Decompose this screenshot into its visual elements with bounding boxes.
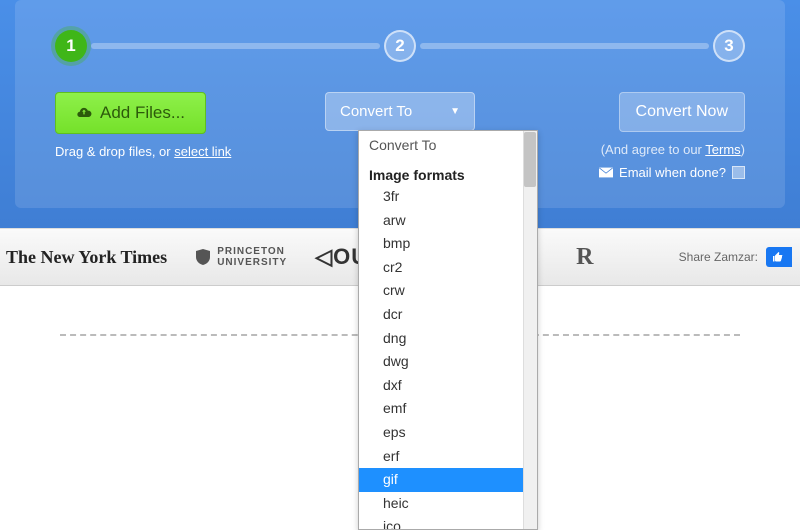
convert-now-button[interactable]: Convert Now [619, 92, 745, 132]
cloud-upload-icon [76, 105, 92, 121]
dropdown-header: Convert To [359, 131, 537, 159]
col-add-files: Add Files... Drag & drop files, or selec… [55, 92, 285, 159]
princeton-logo: PRINCETON UNIVERSITY [195, 246, 287, 268]
drag-prefix: Drag & drop files, or [55, 144, 174, 159]
format-option-heic[interactable]: heic [359, 492, 537, 516]
col-convert-to: Convert To ▼ [285, 92, 515, 131]
convert-to-label: Convert To [340, 103, 412, 120]
step-bar-2 [420, 43, 709, 49]
lh-logo: R [576, 244, 593, 271]
format-option-gif[interactable]: gif [359, 468, 537, 492]
step-1-circle: 1 [55, 30, 87, 62]
terms-link[interactable]: Terms [705, 142, 740, 157]
format-option-ico[interactable]: ico [359, 515, 537, 530]
nyt-logo: The New York Times [6, 247, 167, 268]
dropdown-scrollbar[interactable] [523, 131, 537, 529]
terms-prefix: (And agree to our [601, 142, 706, 157]
format-option-cr2[interactable]: cr2 [359, 256, 537, 280]
convert-to-dropdown[interactable]: Convert To ▼ [325, 92, 475, 131]
select-link[interactable]: select link [174, 144, 231, 159]
format-option-arw[interactable]: arw [359, 209, 537, 233]
princeton-top: PRINCETON [217, 246, 285, 257]
format-option-dxf[interactable]: dxf [359, 374, 537, 398]
format-option-dng[interactable]: dng [359, 327, 537, 351]
email-when-done-row: Email when done? [599, 165, 745, 180]
format-option-dwg[interactable]: dwg [359, 350, 537, 374]
drag-drop-text: Drag & drop files, or select link [55, 144, 285, 159]
shield-icon [195, 248, 211, 266]
princeton-bottom: UNIVERSITY [217, 257, 287, 268]
col-convert-now: Convert Now (And agree to our Terms) Ema… [515, 92, 745, 183]
fb-like-button[interactable] [766, 247, 792, 267]
princeton-text: PRINCETON UNIVERSITY [217, 246, 287, 268]
terms-suffix: ) [741, 142, 745, 157]
email-checkbox[interactable] [732, 166, 745, 179]
add-files-button[interactable]: Add Files... [55, 92, 206, 134]
add-files-label: Add Files... [100, 103, 185, 123]
format-option-dcr[interactable]: dcr [359, 303, 537, 327]
steps-row: 1 2 3 [55, 30, 745, 62]
step-bar-1 [91, 43, 380, 49]
format-option-eps[interactable]: eps [359, 421, 537, 445]
step-2-circle: 2 [384, 30, 416, 62]
dropdown-scroll-thumb[interactable] [524, 132, 536, 187]
terms-text: (And agree to our Terms) [515, 142, 745, 157]
share-box: Share Zamzar: [679, 247, 792, 267]
step-3-circle: 3 [713, 30, 745, 62]
format-option-crw[interactable]: crw [359, 279, 537, 303]
convert-to-options-list[interactable]: Convert To Image formats 3frarwbmpcr2crw… [358, 130, 538, 530]
thumbs-up-icon [772, 251, 784, 263]
share-label: Share Zamzar: [679, 250, 758, 264]
envelope-icon [599, 167, 613, 178]
format-option-emf[interactable]: emf [359, 397, 537, 421]
chevron-down-icon: ▼ [450, 106, 460, 117]
dropdown-group-image-formats: Image formats [359, 159, 537, 185]
format-option-3fr[interactable]: 3fr [359, 185, 537, 209]
format-option-erf[interactable]: erf [359, 445, 537, 469]
format-option-bmp[interactable]: bmp [359, 232, 537, 256]
email-label: Email when done? [619, 165, 726, 180]
